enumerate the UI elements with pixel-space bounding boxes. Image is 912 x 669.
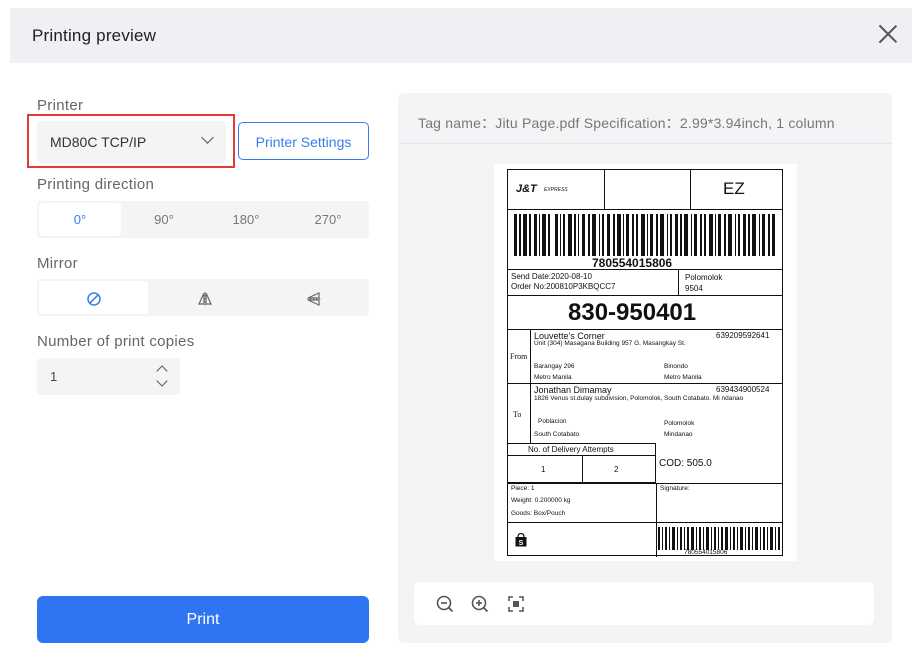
copies-value: 1 — [50, 369, 58, 384]
sort-code: 830-950401 — [568, 299, 697, 326]
sender-phone: 639209592641 — [716, 331, 770, 340]
copies-stepper[interactable]: 1 — [37, 358, 180, 395]
divider — [398, 143, 892, 144]
brand-sub: EXPRESS — [544, 187, 568, 193]
direction-option-270[interactable]: 270° — [287, 201, 369, 238]
zoom-in-icon[interactable] — [469, 593, 491, 615]
sender-barangay: Barangay 296 — [534, 363, 575, 370]
preview-toolbar — [414, 582, 874, 625]
close-icon[interactable] — [876, 22, 900, 46]
mirror-segmented — [37, 279, 369, 316]
direction-option-180[interactable]: 180° — [205, 201, 287, 238]
sender-region: Metro Manila — [534, 374, 572, 381]
printing-direction-label: Printing direction — [37, 176, 155, 193]
direction-segmented: 0° 90° 180° 270° — [37, 201, 369, 238]
small-barcode-number: 780554015806 — [684, 549, 728, 556]
recipient-phone: 639434900524 — [716, 385, 770, 394]
brand-logo: J&T — [516, 183, 537, 195]
sender-address: Unit (304) Masagana Building 957 G. Masa… — [534, 340, 686, 347]
from-label: From — [510, 352, 528, 361]
mirror-label: Mirror — [37, 255, 78, 272]
recipient-name: Jonathan Dimamay — [534, 385, 612, 395]
goods: Goods: Box/Pouch — [511, 510, 566, 517]
sender-city: Binondo — [664, 363, 688, 370]
header-blank-cell — [605, 170, 691, 210]
fit-screen-icon[interactable] — [505, 593, 527, 615]
details-split — [656, 483, 657, 557]
order-number: Order No:200810P3KBQCC7 — [511, 282, 616, 291]
small-barcode — [658, 527, 780, 550]
send-date: Send Date:2020-08-10 — [511, 272, 592, 281]
recipient-region: Mindanao — [664, 431, 693, 438]
cod-amount: COD: 505.0 — [659, 458, 712, 469]
recipient-province: South Cotabato — [534, 431, 580, 438]
destination-city: Polomolok — [685, 273, 723, 282]
mirror-option-none[interactable] — [39, 281, 149, 314]
recipient-address: 1826 Venus st.dulay subdivision, Polomol… — [534, 395, 744, 402]
chevron-down-icon — [201, 131, 214, 144]
mirror-option-vertical[interactable] — [260, 279, 369, 316]
printer-settings-button[interactable]: Printer Settings — [238, 122, 369, 160]
attempt-1: 1 — [541, 465, 546, 474]
attempt-2: 2 — [614, 465, 619, 474]
to-label: To — [513, 410, 522, 419]
none-icon — [86, 291, 101, 306]
code-cell: EZ — [691, 170, 783, 210]
recipient-city: Polomolok — [664, 420, 695, 427]
signature-label: Signature: — [660, 485, 690, 492]
piece-count: Piece: 1 — [511, 485, 535, 492]
print-button[interactable]: Print — [37, 596, 369, 643]
copies-label: Number of print copies — [37, 333, 195, 350]
printer-select-value: MD80C TCP/IP — [50, 134, 147, 150]
zoom-out-icon[interactable] — [434, 593, 456, 615]
attempts-label: No. of Delivery Attempts — [528, 445, 614, 454]
destination-cell: Polomolok 9504 — [679, 269, 783, 296]
destination-zip: 9504 — [685, 284, 703, 293]
brand-cell: J&T EXPRESS — [508, 170, 605, 210]
direction-option-90[interactable]: 90° — [123, 201, 205, 238]
dialog-title: Printing preview — [32, 26, 157, 45]
mirror-vertical-icon — [307, 291, 322, 306]
recipient-barangay: Poblacion — [538, 418, 567, 425]
svg-text:S: S — [519, 540, 524, 547]
shipping-label: J&T EXPRESS EZ 780554015806 Send Date:20… — [507, 169, 783, 557]
shop-bag-icon: S — [515, 533, 527, 547]
to-divider — [530, 384, 531, 443]
mirror-horizontal-icon — [198, 291, 212, 306]
barcode-number: 780554015806 — [592, 256, 673, 270]
attempts-split — [582, 455, 583, 483]
mirror-option-horizontal[interactable] — [150, 279, 259, 316]
preview-panel: Tag name：Jitu Page.pdf Specification：2.9… — [398, 93, 892, 643]
from-divider — [530, 329, 531, 384]
printer-select[interactable]: MD80C TCP/IP — [37, 121, 226, 163]
decrement-icon[interactable] — [156, 375, 168, 387]
printer-label: Printer — [37, 97, 84, 114]
main-barcode — [514, 214, 775, 256]
direction-option-0[interactable]: 0° — [39, 203, 121, 236]
label-preview: J&T EXPRESS EZ 780554015806 Send Date:20… — [494, 164, 797, 561]
weight: Weight: 0.200000 kg — [511, 497, 571, 504]
route-code: EZ — [723, 179, 745, 198]
sender-region-2: Metro Manila — [664, 374, 702, 381]
preview-info: Tag name：Jitu Page.pdf Specification：2.9… — [418, 115, 835, 131]
dialog-header: Printing preview — [10, 8, 912, 63]
send-info-cell: Send Date:2020-08-10 Order No:200810P3KB… — [508, 269, 679, 296]
